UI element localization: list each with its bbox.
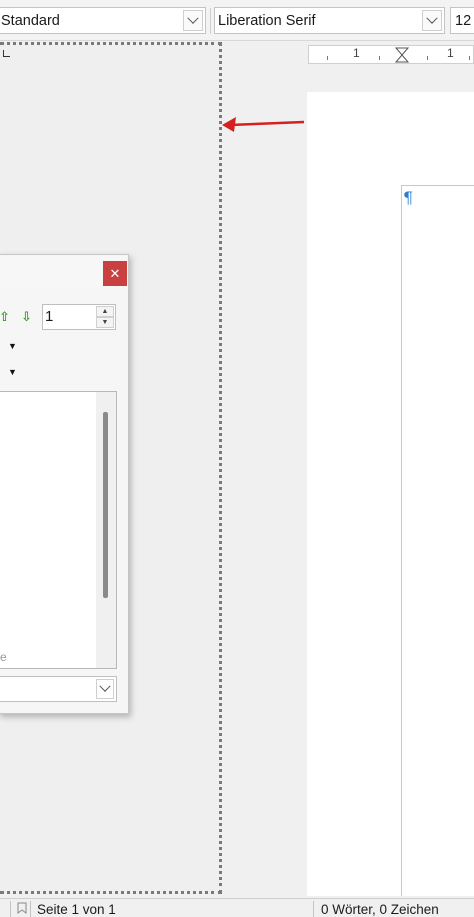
ruler-tick — [327, 56, 328, 60]
list-text-fragment: e — [0, 650, 7, 664]
status-separator — [313, 901, 314, 917]
ruler-label: 1 — [353, 46, 360, 60]
spin-up-button[interactable]: ▲ — [96, 306, 114, 317]
document-page[interactable] — [307, 92, 474, 896]
bookmark-icon — [17, 902, 27, 914]
horizontal-ruler[interactable]: 1 1 — [308, 45, 474, 64]
ruler-tick — [379, 56, 380, 60]
status-bar: Seite 1 von 1 0 Wörter, 0 Zeichen — [0, 898, 474, 917]
document-select-combo[interactable] — [0, 676, 117, 702]
red-arrow-annotation — [222, 117, 305, 132]
chevron-down-icon — [187, 12, 199, 24]
paragraph-style-combo[interactable]: Standard — [0, 7, 206, 34]
indent-marker-icon[interactable] — [395, 47, 409, 63]
spin-down-button[interactable]: ▼ — [96, 317, 114, 328]
chevron-down-icon — [426, 12, 438, 24]
dropdown-arrow-icon[interactable]: ▼ — [8, 341, 17, 351]
word-count[interactable]: 0 Wörter, 0 Zeichen — [321, 902, 439, 917]
navigator-dialog: ✕ ⇧ ⇩ 1 ▲ ▼ ▼ ▼ e — [0, 254, 129, 714]
font-size-combo[interactable]: 12 — [450, 7, 474, 34]
text-boundary-left — [401, 185, 402, 896]
status-separator — [10, 901, 11, 917]
content-tree-list[interactable]: e — [0, 391, 117, 669]
scrollbar-thumb[interactable] — [103, 412, 108, 598]
page-number-value: 1 — [45, 308, 54, 325]
font-name-combo[interactable]: Liberation Serif — [214, 7, 445, 34]
next-arrow-icon[interactable]: ⇩ — [21, 309, 32, 325]
page-number-spinbox[interactable]: 1 ▲ ▼ — [42, 304, 116, 330]
dropdown-arrow-icon[interactable]: ▼ — [8, 367, 17, 377]
toolbar-separator — [210, 8, 211, 34]
page-info[interactable]: Seite 1 von 1 — [37, 902, 116, 917]
document-select-dropdown-button[interactable] — [96, 679, 114, 699]
font-name-dropdown-button[interactable] — [422, 10, 442, 31]
paragraph-mark: ¶ — [403, 188, 414, 207]
corner-marker-icon — [3, 50, 10, 57]
ruler-label: 1 — [447, 46, 454, 60]
ruler-tick — [469, 56, 470, 60]
text-boundary-top — [401, 185, 474, 186]
formatting-toolbar: Standard Liberation Serif 12 — [0, 0, 474, 41]
vertical-scrollbar[interactable] — [96, 392, 116, 668]
paragraph-style-dropdown-button[interactable] — [183, 10, 203, 31]
chevron-down-icon — [99, 680, 111, 692]
ruler-tick — [427, 56, 428, 60]
close-icon: ✕ — [109, 265, 121, 281]
close-button[interactable]: ✕ — [103, 261, 127, 286]
paragraph-style-value: Standard — [1, 13, 60, 29]
status-separator — [30, 901, 31, 917]
font-size-value: 12 — [455, 13, 472, 29]
previous-arrow-icon[interactable]: ⇧ — [0, 309, 10, 325]
font-name-value: Liberation Serif — [218, 13, 316, 29]
